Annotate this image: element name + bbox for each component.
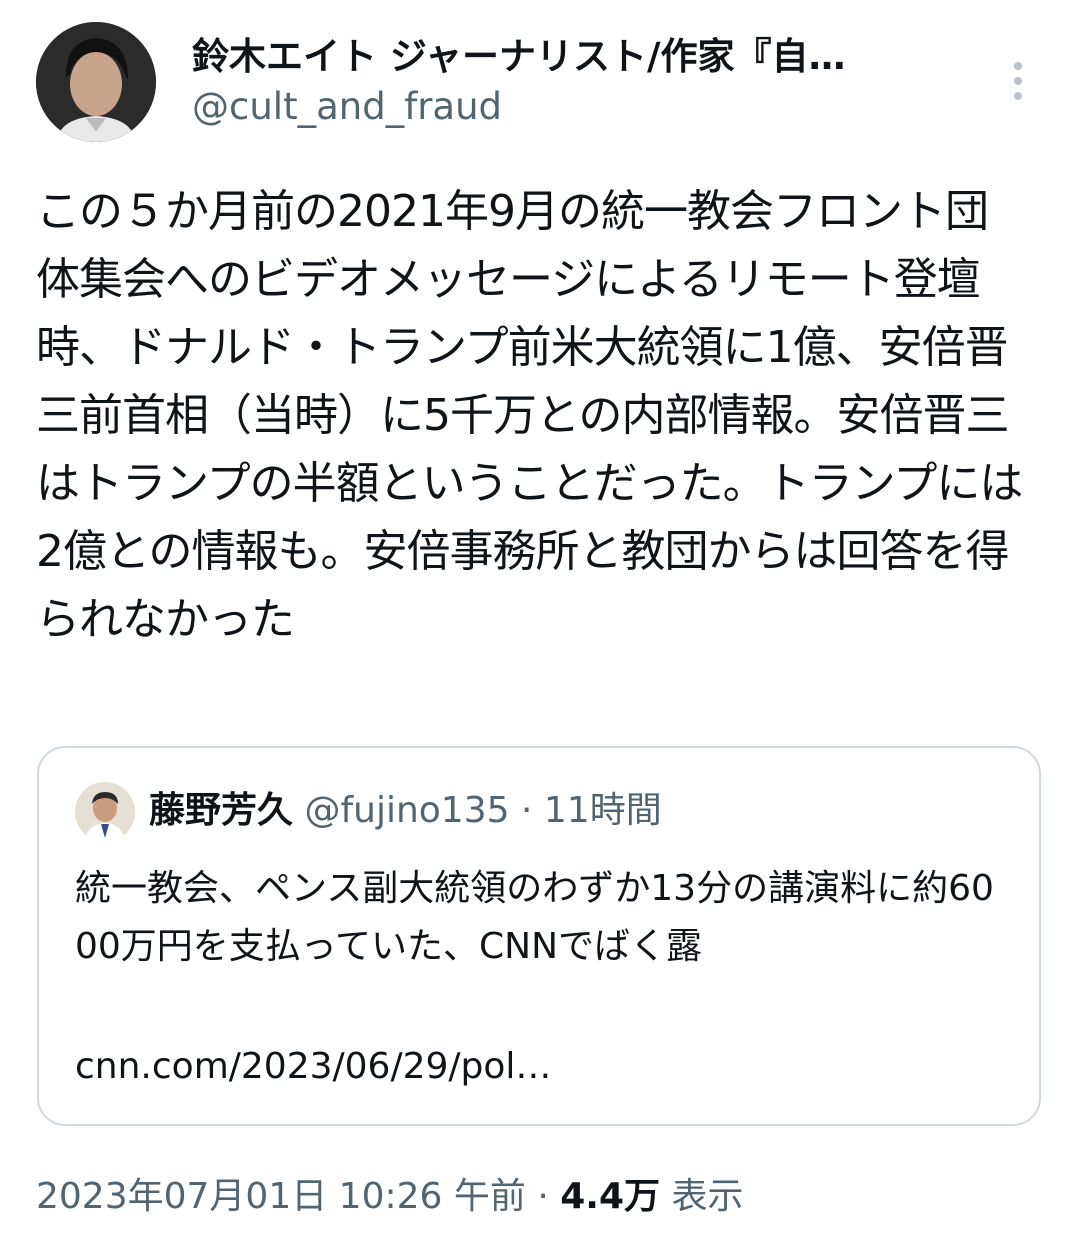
author-avatar[interactable] xyxy=(36,22,156,142)
more-vertical-icon-dot xyxy=(1014,77,1022,85)
views-count: 4.4万 xyxy=(560,1176,661,1217)
profile-photo-icon xyxy=(36,22,156,142)
author-handle[interactable]: @cult_and_fraud xyxy=(192,82,502,132)
tweet-footer: 2023年07月01日 10:26 午前 · 4.4万 表示 xyxy=(36,1170,743,1224)
quoted-tweet-time[interactable]: 11時間 xyxy=(544,790,662,831)
views-label: 表示 xyxy=(671,1176,744,1217)
meta-separator: · xyxy=(520,790,533,831)
footer-separator: · xyxy=(537,1176,549,1217)
quoted-tweet-meta: 藤野芳久 @fujino135 · 11時間 xyxy=(149,786,662,836)
quoted-profile-photo-icon xyxy=(75,782,135,842)
quoted-author-avatar[interactable] xyxy=(75,782,135,842)
quoted-tweet-card[interactable]: 藤野芳久 @fujino135 · 11時間 統一教会、ペンス副大統領のわずか1… xyxy=(37,746,1041,1126)
more-options-button[interactable] xyxy=(1000,48,1036,114)
quoted-author-handle[interactable]: @fujino135 xyxy=(304,790,509,831)
quoted-tweet-link[interactable]: cnn.com/2023/06/29/pol… xyxy=(75,1038,551,1096)
quoted-author-name[interactable]: 藤野芳久 xyxy=(149,790,293,831)
tweet-header: 鈴木エイト ジャーナリスト/作家『自… @cult_and_fraud xyxy=(36,22,1046,142)
more-vertical-icon xyxy=(1014,62,1022,70)
quoted-tweet-text: 統一教会、ペンス副大統領のわずか13分の講演料に約6000万円を支払っていた、C… xyxy=(75,868,994,967)
more-vertical-icon-dot xyxy=(1014,92,1022,100)
tweet-text: この５か月前の2021年9月の統一教会フロント団体集会へのビデオメッセージによる… xyxy=(36,186,1023,645)
author-name[interactable]: 鈴木エイト ジャーナリスト/作家『自… xyxy=(192,32,952,82)
tweet-timestamp[interactable]: 2023年07月01日 10:26 午前 xyxy=(36,1176,526,1217)
